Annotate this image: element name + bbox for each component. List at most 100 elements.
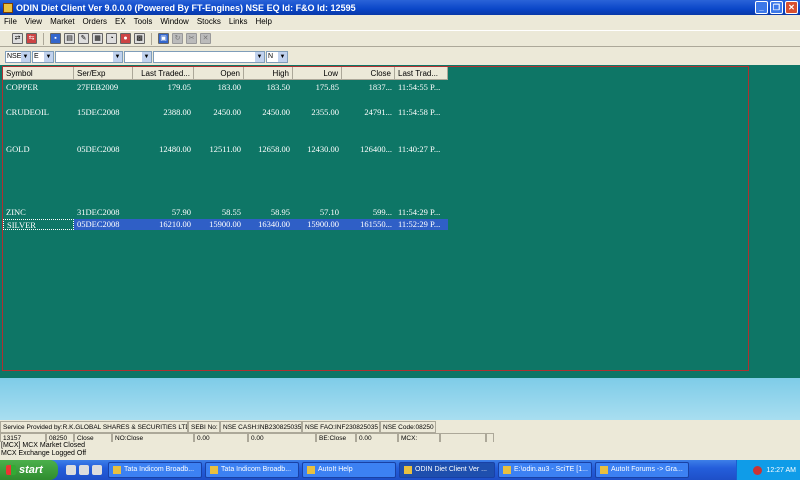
chevron-down-icon[interactable]: ▼	[113, 52, 122, 62]
market-watch-grid[interactable]: Symbol Ser/Exp Last Traded... Open High …	[0, 65, 800, 378]
calculator-icon[interactable]: ▩	[134, 33, 145, 44]
clock[interactable]: 12:27 AM	[766, 467, 796, 474]
restore-button[interactable]: ❐	[770, 1, 783, 14]
cell-low: 175.85	[315, 82, 339, 92]
symbol-select[interactable]: ▼	[124, 51, 152, 63]
cell-last-traded: 179.05	[167, 82, 191, 92]
tools-icon[interactable]: ✂	[186, 33, 197, 44]
tray-icon[interactable]	[753, 465, 763, 475]
column-header-last-traded[interactable]: Last Traded...	[133, 67, 194, 80]
taskbar-item[interactable]: AutoIt Forums -> Gra...	[595, 462, 689, 478]
cell-high: 12658.00	[258, 144, 290, 154]
arrows-icon[interactable]: ⇄	[12, 33, 23, 44]
menu-ex[interactable]: EX	[111, 17, 130, 26]
media-icon[interactable]	[79, 465, 89, 475]
taskbar-item-label: AutoIt Forums -> Gra...	[611, 466, 683, 473]
refresh-icon[interactable]: ↻	[172, 33, 183, 44]
app-icon	[210, 466, 218, 474]
cell-close: 24791...	[364, 107, 392, 117]
table-row-selected[interactable]: SILVER 05DEC2008 16210.00 15900.00 16340…	[3, 219, 448, 230]
menu-view[interactable]: View	[21, 17, 46, 26]
menu-market[interactable]: Market	[46, 17, 78, 26]
taskbar: start Tata Indicom Broadb... Tata Indico…	[0, 460, 800, 480]
taskbar-item[interactable]: E:\odin.au3 - SciTE [1...	[498, 462, 592, 478]
cell-symbol: GOLD	[6, 144, 30, 154]
exchange-select[interactable]: NSE ▼	[5, 51, 31, 63]
status-nse-code: NSE Code:08250	[380, 421, 436, 433]
exchange-arrows-icon[interactable]: ⇆	[26, 33, 37, 44]
taskbar-item-active[interactable]: ODIN Diet Client Ver ...	[399, 462, 495, 478]
cell-last-trade-time: 11:52:29 P...	[395, 219, 448, 230]
app-icon	[113, 466, 121, 474]
app-icon	[503, 466, 511, 474]
close-button[interactable]: ✕	[785, 1, 798, 14]
menu-help[interactable]: Help	[252, 17, 276, 26]
taskbar-item[interactable]: Tata Indicom Broadb...	[108, 462, 202, 478]
taskbar-item[interactable]: Tata Indicom Broadb...	[205, 462, 299, 478]
column-header-open[interactable]: Open	[194, 67, 244, 80]
cell-symbol: SILVER	[3, 219, 74, 230]
start-button[interactable]: start	[0, 460, 58, 480]
menu-bar: File View Market Orders EX Tools Window …	[0, 15, 800, 28]
alert-icon[interactable]: ●	[120, 33, 131, 44]
message-line: MCX Exchange Logged Off	[1, 450, 87, 457]
menu-tools[interactable]: Tools	[130, 17, 157, 26]
cell-ser-exp: 15DEC2008	[77, 107, 120, 117]
cell-open: 2450.00	[213, 107, 241, 117]
table-row[interactable]: GOLD 05DEC2008 12480.00 12511.00 12658.0…	[3, 144, 448, 155]
status-sebi: SEBI No:	[188, 421, 220, 433]
series-select[interactable]: N ▼	[266, 51, 288, 63]
app-icon	[3, 2, 13, 13]
save-icon[interactable]: ▪	[50, 33, 61, 44]
segment-select[interactable]: E ▼	[32, 51, 54, 63]
column-header-high[interactable]: High	[244, 67, 293, 80]
cell-last-traded: 2388.00	[163, 107, 191, 117]
menu-window[interactable]: Window	[156, 17, 192, 26]
instrument-select[interactable]: ▼	[55, 51, 123, 63]
menu-file[interactable]: File	[0, 17, 21, 26]
title-bar[interactable]: ODIN Diet Client Ver 9.0.0.0 (Powered By…	[0, 0, 800, 15]
taskbar-item-label: Tata Indicom Broadb...	[124, 466, 195, 473]
cell-high: 16340.00	[244, 219, 293, 230]
chevron-down-icon[interactable]: ▼	[278, 52, 287, 62]
column-header-last-trade-time[interactable]: Last Trad...	[395, 67, 448, 80]
table-row[interactable]: CRUDEOIL 15DEC2008 2388.00 2450.00 2450.…	[3, 107, 448, 118]
edit-icon[interactable]: ✎	[78, 33, 89, 44]
desktop-icon[interactable]	[92, 465, 102, 475]
report-icon[interactable]: ▣	[158, 33, 169, 44]
minimize-button[interactable]: _	[755, 1, 768, 14]
cell-open: 183.00	[217, 82, 241, 92]
menu-orders[interactable]: Orders	[79, 17, 111, 26]
taskbar-item-label: ODIN Diet Client Ver ...	[415, 466, 487, 473]
app-icon	[600, 466, 608, 474]
column-header-symbol[interactable]: Symbol	[3, 67, 74, 80]
cell-open: 15900.00	[194, 219, 244, 230]
taskbar-item[interactable]: AutoIt Help	[302, 462, 396, 478]
cancel-icon[interactable]: ✕	[200, 33, 211, 44]
chevron-down-icon[interactable]: ▼	[255, 52, 264, 62]
expiry-select[interactable]: ▼	[153, 51, 265, 63]
chevron-down-icon[interactable]: ▼	[44, 52, 53, 62]
column-header-close[interactable]: Close	[342, 67, 395, 80]
column-header-ser-exp[interactable]: Ser/Exp	[74, 67, 133, 80]
print-icon[interactable]: ▤	[64, 33, 75, 44]
taskbar-item-label: AutoIt Help	[318, 466, 353, 473]
menu-links[interactable]: Links	[225, 17, 252, 26]
chevron-down-icon[interactable]: ▼	[21, 52, 30, 62]
browser-icon[interactable]	[66, 465, 76, 475]
series-value: N	[268, 53, 274, 60]
cell-symbol: CRUDEOIL	[6, 107, 49, 117]
status-bar-provider: Service Provided by:R.K.GLOBAL SHARES & …	[0, 421, 800, 433]
segment-value: E	[34, 53, 39, 60]
cell-high: 2450.00	[262, 107, 290, 117]
menu-stocks[interactable]: Stocks	[193, 17, 225, 26]
table-row[interactable]: COPPER 27FEB2009 179.05 183.00 183.50 17…	[3, 82, 448, 93]
column-header-low[interactable]: Low	[293, 67, 342, 80]
lower-pane	[0, 378, 800, 420]
chevron-down-icon[interactable]: ▼	[142, 52, 151, 62]
table-row[interactable]: ZINC 31DEC2008 57.90 58.55 58.95 57.10 5…	[3, 207, 448, 218]
portfolio-icon[interactable]: ▦	[92, 33, 103, 44]
chart-icon[interactable]: ◔	[106, 33, 117, 44]
status-provider: Service Provided by:R.K.GLOBAL SHARES & …	[0, 421, 188, 433]
market-watch-frame: Symbol Ser/Exp Last Traded... Open High …	[2, 66, 749, 371]
